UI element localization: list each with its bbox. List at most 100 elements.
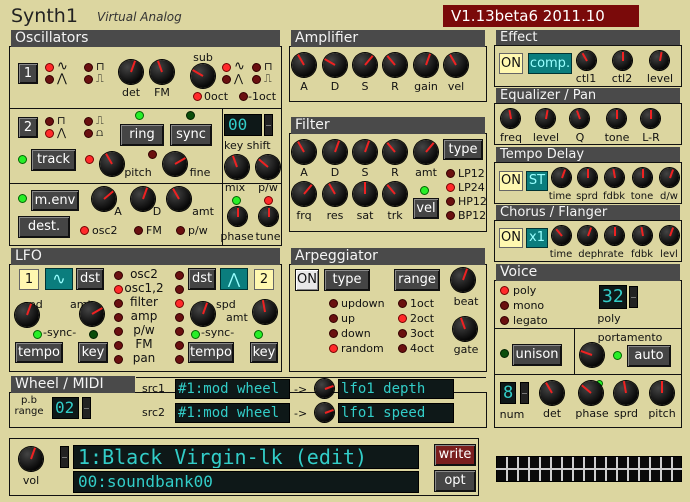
src1-select[interactable]: #1:mod wheel (175, 379, 290, 399)
sub-level-knob[interactable] (191, 64, 215, 88)
sub-wave-saw-led[interactable] (252, 63, 261, 72)
lfo2-dest-pw-led[interactable] (175, 327, 184, 336)
chorus-depth-knob[interactable] (578, 226, 597, 245)
lfo1-dest-osc12-led[interactable] (114, 285, 123, 294)
amp-vel-knob[interactable] (444, 53, 468, 77)
osc2-track-led[interactable] (85, 155, 94, 164)
lfo2-dest-fm-led[interactable] (175, 341, 184, 350)
chorus-fdbk-knob[interactable] (633, 226, 652, 245)
lfo1-sync-tempo-led[interactable] (33, 330, 42, 339)
osc2-pitch-knob[interactable] (100, 152, 124, 176)
arp-gate-knob[interactable] (453, 317, 477, 341)
osc2-wave-square-led[interactable] (84, 117, 93, 126)
unison-button[interactable]: unison (512, 344, 562, 366)
effect-on-button[interactable]: ON (499, 53, 523, 74)
dst2-select[interactable]: lfo1 speed (338, 403, 454, 423)
chorus-time-knob[interactable] (552, 226, 571, 245)
voice-poly-led[interactable] (500, 286, 509, 295)
lfo1-dest-osc2-led[interactable] (114, 271, 123, 280)
delay-on-button[interactable]: ON (499, 171, 523, 191)
amp-s-knob[interactable] (353, 53, 377, 77)
arp-random-led[interactable] (329, 344, 338, 353)
lfo1-dest-fm-led[interactable] (114, 341, 123, 350)
osc2-select-button[interactable]: 2 (18, 117, 38, 138)
lfo1-sync-key-led[interactable] (89, 330, 98, 339)
lfo2-sync-tempo-led[interactable] (191, 330, 200, 339)
osc2-wave-sine-led[interactable] (45, 117, 54, 126)
unison-phase-knob[interactable] (579, 381, 603, 405)
tune-knob[interactable] (259, 207, 278, 226)
eq-q-knob[interactable] (570, 109, 589, 128)
lfo1-amt-knob[interactable] (80, 302, 104, 326)
menv-amt-knob[interactable] (167, 187, 191, 211)
lfo2-tempo-button[interactable]: tempo (188, 342, 234, 363)
phase-knob[interactable] (228, 207, 247, 226)
key-shift-stepper[interactable] (264, 114, 273, 136)
osc-mix-knob[interactable] (225, 155, 249, 179)
filter-vel-button[interactable]: vel (413, 198, 439, 219)
lfo1-dest-filter-led[interactable] (114, 299, 123, 308)
amp-gain-knob[interactable] (414, 53, 438, 77)
lp24-led[interactable] (446, 183, 455, 192)
osc1-wave-sine-led[interactable] (45, 63, 54, 72)
sync-led[interactable] (186, 111, 195, 120)
lfo2-dest-amp-led[interactable] (175, 313, 184, 322)
bank-name-display[interactable]: 00:soundbank00 (73, 471, 419, 493)
arp-up-led[interactable] (329, 314, 338, 323)
arp-type-button[interactable]: type (324, 269, 370, 291)
delay-type-button[interactable]: ST (526, 171, 548, 191)
chorus-rate-knob[interactable] (605, 226, 624, 245)
arp-updown-led[interactable] (329, 299, 338, 308)
sub-0oct-led[interactable] (193, 92, 202, 101)
eq-level-knob[interactable] (536, 109, 555, 128)
poly-count-display[interactable]: 32 (599, 285, 627, 309)
amp-d-knob[interactable] (323, 53, 347, 77)
osc2-fine-knob[interactable] (163, 152, 187, 176)
filter-a-knob[interactable] (292, 140, 316, 164)
filter-s-knob[interactable] (353, 140, 377, 164)
filter-amt-knob[interactable] (414, 140, 438, 164)
src2-select[interactable]: #1:mod wheel (175, 403, 290, 423)
lfo1-wave-icon[interactable]: ∿ (45, 268, 73, 290)
filter-sat-knob[interactable] (353, 182, 377, 206)
menv-d-knob[interactable] (131, 187, 155, 211)
osc2-wave-noise-led[interactable] (84, 129, 93, 138)
voice-legato-led[interactable] (500, 316, 509, 325)
chorus-levl-knob[interactable] (660, 226, 679, 245)
dest-osc2-led[interactable] (80, 226, 89, 235)
unison-sprd-knob[interactable] (614, 381, 638, 405)
lfo2-spd-knob[interactable] (191, 302, 215, 326)
osc1-select-button[interactable]: 1 (18, 63, 38, 84)
menv-led[interactable] (18, 194, 27, 203)
delay-tone-knob[interactable] (633, 168, 652, 187)
lfo2-amt-knob[interactable] (253, 300, 277, 324)
lfo1-tempo-button[interactable]: tempo (15, 342, 63, 363)
src1-amount-knob[interactable] (315, 379, 334, 398)
effect-type-button[interactable]: comp. (528, 53, 572, 74)
chorus-on-button[interactable]: ON (499, 228, 523, 248)
arp-1oct-led[interactable] (398, 299, 407, 308)
volume-knob[interactable] (19, 447, 43, 471)
portamento-auto-button[interactable]: auto (627, 345, 671, 367)
eq-lr-knob[interactable] (641, 109, 660, 128)
lfo2-dest-osc2-led[interactable] (175, 271, 184, 280)
lfo1-select-button[interactable]: 1 (19, 269, 39, 290)
portamento-auto-led[interactable] (613, 351, 622, 360)
osc1-wave-tri-led[interactable] (45, 75, 54, 84)
sub-wave-sine-led[interactable] (222, 63, 231, 72)
unison-det-knob[interactable] (540, 381, 564, 405)
arp-range-button[interactable]: range (394, 269, 440, 291)
tune-led[interactable] (264, 196, 273, 205)
unison-led[interactable] (500, 349, 509, 358)
sub-wave-square-led[interactable] (252, 75, 261, 84)
filter-trk-knob[interactable] (383, 182, 407, 206)
lfo2-dst-button[interactable]: dst (188, 268, 216, 290)
src2-amount-knob[interactable] (315, 403, 334, 422)
filter-r-knob[interactable] (383, 140, 407, 164)
dest-fm-led[interactable] (134, 226, 143, 235)
phase-led[interactable] (232, 196, 241, 205)
arp-3oct-led[interactable] (398, 329, 407, 338)
voice-mono-led[interactable] (500, 301, 509, 310)
filter-d-knob[interactable] (323, 140, 347, 164)
portamento-knob[interactable] (580, 343, 604, 367)
